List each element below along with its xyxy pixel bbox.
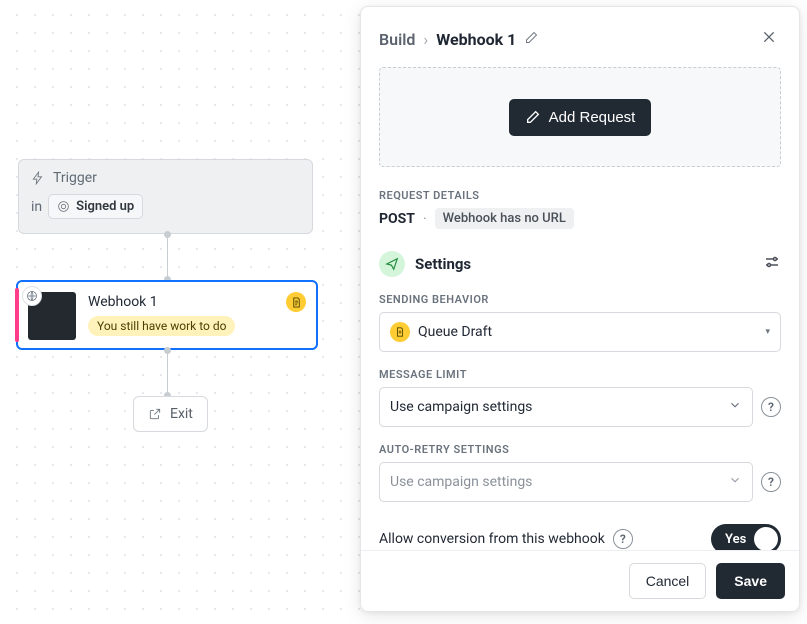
exit-label: Exit	[170, 406, 193, 422]
settings-section-icon-wrap	[379, 251, 405, 277]
webhook-node-title: Webhook 1	[88, 294, 304, 310]
allow-conversion-toggle[interactable]: Yes	[711, 524, 781, 550]
webhook-node-icon-wrap	[28, 292, 76, 340]
close-panel-button[interactable]	[757, 25, 781, 53]
breadcrumb-parent[interactable]: Build	[379, 30, 415, 49]
message-limit-label: MESSAGE LIMIT	[379, 368, 781, 381]
sending-behavior-value: Queue Draft	[418, 324, 492, 340]
document-icon	[291, 297, 302, 308]
webhook-node[interactable]: Webhook 1 You still have work to do	[16, 280, 318, 350]
trigger-label: Trigger	[53, 170, 97, 186]
document-icon	[395, 327, 405, 337]
globe-badge	[22, 286, 42, 306]
toggle-knob	[754, 527, 778, 550]
separator-dot: ·	[423, 211, 427, 227]
auto-retry-label: AUTO-RETRY SETTINGS	[379, 443, 781, 456]
sliders-icon	[763, 253, 781, 271]
message-limit-help[interactable]: ?	[761, 397, 781, 417]
auto-retry-help[interactable]: ?	[761, 472, 781, 492]
allow-conversion-help[interactable]: ?	[613, 529, 633, 549]
draft-status-icon	[390, 322, 410, 342]
add-request-button[interactable]: Add Request	[509, 99, 652, 136]
request-url-status: Webhook has no URL	[435, 208, 574, 229]
settings-panel: Build › Webhook 1	[360, 6, 800, 612]
sending-behavior-label: SENDING BEHAVIOR	[379, 293, 781, 306]
request-method: POST	[379, 211, 415, 227]
auto-retry-placeholder: Use campaign settings	[390, 474, 532, 490]
breadcrumb: Build › Webhook 1	[379, 25, 781, 53]
chevron-down-icon: ▾	[765, 327, 770, 337]
message-limit-select[interactable]: Use campaign settings	[379, 387, 753, 427]
chevron-down-icon	[728, 398, 742, 416]
message-limit-value: Use campaign settings	[390, 399, 532, 415]
trigger-node[interactable]: Trigger in Signed up	[18, 159, 313, 234]
settings-section-title: Settings	[415, 255, 471, 273]
auto-retry-select[interactable]: Use campaign settings	[379, 462, 753, 502]
draft-status-badge	[286, 292, 306, 312]
exit-node[interactable]: Exit	[133, 396, 208, 432]
save-button[interactable]: Save	[716, 563, 785, 599]
paper-plane-icon	[385, 257, 399, 271]
toggle-value: Yes	[725, 532, 746, 547]
trigger-prefix: in	[31, 199, 42, 215]
globe-icon	[26, 290, 38, 302]
sending-behavior-select[interactable]: Queue Draft ▾	[379, 312, 781, 352]
target-icon	[57, 200, 70, 213]
add-request-label: Add Request	[549, 109, 636, 126]
cancel-button[interactable]: Cancel	[629, 563, 707, 599]
settings-adjust-button[interactable]	[763, 253, 781, 275]
chevron-down-icon	[728, 473, 742, 491]
trigger-event-chip[interactable]: Signed up	[48, 194, 143, 219]
connector-line	[167, 350, 168, 396]
add-request-dropzone: Add Request	[379, 67, 781, 167]
close-icon	[761, 29, 777, 45]
edit-name-button[interactable]	[524, 30, 539, 49]
webhook-node-warning: You still have work to do	[88, 316, 235, 336]
external-link-icon	[148, 407, 162, 421]
pencil-icon	[524, 30, 539, 45]
lightning-icon	[31, 171, 45, 185]
connector-line	[167, 234, 168, 280]
panel-footer: Cancel Save	[361, 550, 799, 611]
allow-conversion-label: Allow conversion from this webhook	[379, 531, 605, 547]
request-details-heading: REQUEST DETAILS	[379, 189, 781, 202]
breadcrumb-current: Webhook 1	[436, 30, 516, 49]
trigger-event-label: Signed up	[76, 199, 134, 214]
chevron-right-icon: ›	[423, 30, 428, 49]
pencil-icon	[525, 109, 541, 125]
